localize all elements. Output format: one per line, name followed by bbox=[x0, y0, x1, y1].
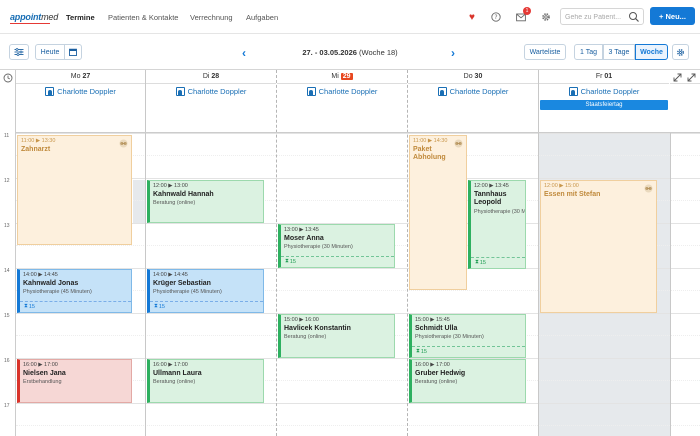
person-icon bbox=[175, 87, 185, 96]
svg-text:?: ? bbox=[494, 14, 497, 21]
calendar-grid: 11 12 13 14 15 16 17 Mo 27 Di 28 Mi 29 D… bbox=[0, 70, 700, 436]
buffer-separator bbox=[150, 301, 263, 302]
hourglass-icon: ⧗ bbox=[416, 348, 420, 354]
search-icon[interactable] bbox=[628, 11, 640, 23]
person-icon bbox=[306, 87, 316, 96]
hour-label: 16 bbox=[4, 358, 10, 364]
date-range: 27. - 03.05.2026 (Woche 18) bbox=[302, 48, 398, 57]
new-button[interactable]: + Neu... bbox=[650, 7, 695, 25]
next-week-icon[interactable]: › bbox=[451, 46, 455, 60]
hour-label: 11 bbox=[4, 133, 10, 139]
mail-icon[interactable]: 1 bbox=[515, 7, 531, 23]
event-havlicek-konstantin[interactable]: 15:00 ▶ 16:00 Havlicek Konstantin Beratu… bbox=[278, 314, 395, 358]
help-icon[interactable]: ? bbox=[490, 11, 502, 23]
expand-icon[interactable] bbox=[687, 73, 696, 82]
gear-icon bbox=[677, 48, 684, 56]
hourglass-icon: ⧗ bbox=[285, 258, 289, 264]
buffer-separator bbox=[281, 256, 394, 257]
view-week[interactable]: Woche bbox=[635, 44, 668, 60]
hour-line bbox=[16, 403, 700, 404]
buffer-count: ⧗ 15 bbox=[416, 348, 427, 355]
nav-aufgaben[interactable]: Aufgaben bbox=[246, 13, 278, 22]
filter-icon bbox=[14, 48, 24, 56]
heart-icon[interactable]: ♥ bbox=[466, 11, 478, 23]
today-marker: 29 bbox=[340, 73, 353, 80]
link-icon bbox=[454, 139, 463, 148]
buffer-count: ⧗ 15 bbox=[154, 303, 165, 310]
link-icon bbox=[644, 184, 653, 193]
day-header-mi[interactable]: Mi 29 bbox=[277, 70, 407, 84]
filter-button[interactable] bbox=[9, 44, 29, 60]
view-3-days[interactable]: 3 Tage bbox=[603, 44, 635, 60]
person-icon bbox=[568, 87, 578, 96]
buffer-count: ⧗ 15 bbox=[285, 258, 296, 265]
person-icon bbox=[45, 87, 55, 96]
hour-line bbox=[16, 133, 700, 134]
day-header-di[interactable]: Di 28 bbox=[146, 70, 276, 84]
buffer-separator bbox=[412, 346, 525, 347]
day-header-mo[interactable]: Mo 27 bbox=[16, 70, 145, 84]
app-logo[interactable]: appointmed bbox=[10, 12, 58, 22]
patient-search-box[interactable] bbox=[560, 8, 644, 25]
calendar-person-mi[interactable]: Charlotte Doppler bbox=[277, 84, 407, 99]
unavailable-shading bbox=[133, 180, 145, 224]
event-nielsen-jana[interactable]: 16:00 ▶ 17:00 Nielsen Jana Erstbehandlun… bbox=[17, 359, 132, 403]
top-navigation: appointmed Termine Patienten & Kontakte … bbox=[0, 0, 700, 34]
patient-search-input[interactable] bbox=[565, 12, 625, 22]
nav-verrechnung[interactable]: Verrechnung bbox=[190, 13, 233, 22]
hour-label: 15 bbox=[4, 313, 10, 319]
clock-icon bbox=[3, 73, 13, 83]
event-moser-anna[interactable]: 13:00 ▶ 13:45 Moser Anna Physiotherapie … bbox=[278, 224, 395, 268]
event-paket-abholung[interactable]: 11:00 ▶ 14:30 Paket Abholung bbox=[409, 135, 467, 290]
calendar-settings-button[interactable] bbox=[672, 44, 689, 60]
nav-patienten-kontakte[interactable]: Patienten & Kontakte bbox=[108, 13, 178, 22]
half-hour-line bbox=[16, 425, 700, 426]
today-button[interactable]: Heute bbox=[35, 44, 65, 60]
link-icon bbox=[119, 139, 128, 148]
hour-label: 17 bbox=[4, 403, 10, 409]
event-kahnwald-hannah[interactable]: 12:00 ▶ 13:00 Kahnwald Hannah Beratung (… bbox=[147, 180, 264, 223]
calendar-person-fr[interactable]: Charlotte Doppler bbox=[539, 84, 669, 99]
event-essen-mit-stefan[interactable]: 12:00 ▶ 15:00 Essen mit Stefan bbox=[540, 180, 657, 313]
buffer-separator bbox=[20, 301, 131, 302]
buffer-separator bbox=[471, 257, 525, 258]
event-schmidt-ulla[interactable]: 15:00 ▶ 15:45 Schmidt Ulla Physiotherapi… bbox=[409, 314, 526, 358]
event-ullmann-laura[interactable]: 16:00 ▶ 17:00 Ullmann Laura Beratung (on… bbox=[147, 359, 264, 403]
logo-underline bbox=[10, 23, 50, 24]
event-tannhaus-leopold[interactable]: 12:00 ▶ 13:45 Tannhaus Leopold Physiothe… bbox=[468, 180, 526, 269]
calendar-icon bbox=[69, 48, 77, 56]
holiday-event[interactable]: Staatsfeiertag bbox=[540, 100, 668, 110]
event-krueger-sebastian[interactable]: 14:00 ▶ 14:45 Krüger Sebastian Physiothe… bbox=[147, 269, 264, 313]
buffer-count: ⧗ 15 bbox=[475, 259, 486, 266]
person-icon bbox=[437, 87, 447, 96]
all-day-row: Staatsfeiertag bbox=[16, 99, 700, 133]
day-header-fr[interactable]: Fr 01 bbox=[539, 70, 669, 84]
hourglass-icon: ⧗ bbox=[475, 259, 479, 265]
hour-label: 12 bbox=[4, 178, 10, 184]
column-divider bbox=[670, 133, 671, 436]
notification-badge: 1 bbox=[523, 7, 531, 15]
previous-week-icon[interactable]: ‹ bbox=[242, 46, 246, 60]
calendar-toolbar: Heute ‹ 27. - 03.05.2026 (Woche 18) › Wa… bbox=[0, 34, 700, 70]
hour-label: 13 bbox=[4, 223, 10, 229]
time-column: 11 12 13 14 15 16 17 bbox=[0, 70, 16, 436]
gear-icon[interactable] bbox=[540, 11, 552, 23]
hour-label: 14 bbox=[4, 268, 10, 274]
calendar-person-mo[interactable]: Charlotte Doppler bbox=[16, 84, 145, 99]
event-zahnarzt[interactable]: 11:00 ▶ 13:30 Zahnarzt bbox=[17, 135, 132, 245]
day-header-do[interactable]: Do 30 bbox=[408, 70, 538, 84]
event-kahnwald-jonas[interactable]: 14:00 ▶ 14:45 Kahnwald Jonas Physiothera… bbox=[17, 269, 132, 313]
buffer-count: ⧗ 15 bbox=[24, 303, 35, 310]
nav-termine[interactable]: Termine bbox=[66, 13, 95, 22]
date-picker-button[interactable] bbox=[64, 44, 82, 60]
calendar-person-di[interactable]: Charlotte Doppler bbox=[146, 84, 276, 99]
view-1-day[interactable]: 1 Tag bbox=[574, 44, 603, 60]
event-gruber-hedwig[interactable]: 16:00 ▶ 17:00 Gruber Hedwig Beratung (on… bbox=[409, 359, 526, 403]
hourglass-icon: ⧗ bbox=[154, 303, 158, 309]
calendar-person-do[interactable]: Charlotte Doppler bbox=[408, 84, 538, 99]
hourglass-icon: ⧗ bbox=[24, 303, 28, 309]
expand-icon[interactable] bbox=[673, 73, 682, 82]
waitlist-button[interactable]: Warteliste bbox=[524, 44, 566, 60]
